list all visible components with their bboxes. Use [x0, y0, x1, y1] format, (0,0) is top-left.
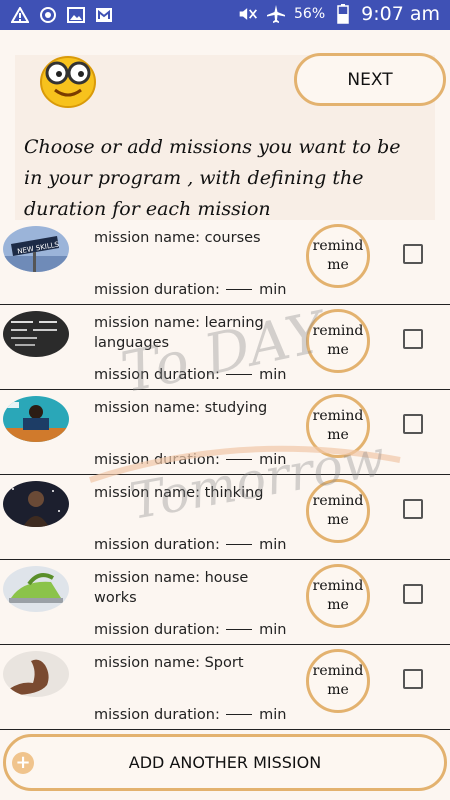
- battery-icon: [333, 4, 353, 24]
- duration-input[interactable]: [226, 544, 253, 545]
- mission-name: mission name: Sport: [94, 655, 244, 671]
- status-bar: 56% 9:07 am: [0, 0, 450, 30]
- duration-unit: min: [259, 452, 287, 468]
- duration-input[interactable]: [226, 714, 253, 715]
- mission-checkbox[interactable]: [403, 244, 423, 264]
- mission-row-studying: mission name: studying mission duration:…: [0, 390, 450, 475]
- mission-duration: mission duration: min: [94, 537, 286, 553]
- remind-me-button[interactable]: remind me: [306, 309, 370, 373]
- mission-name: mission name: thinking: [94, 485, 264, 501]
- new-skills-sign-icon: NEW SKILLS: [3, 226, 69, 272]
- mission-name: mission name: house works: [94, 570, 249, 606]
- mission-name: mission name: courses: [94, 230, 261, 246]
- duration-label: mission duration:: [94, 537, 220, 553]
- add-mission-button[interactable]: + ADD ANOTHER MISSION: [3, 734, 447, 791]
- image-icon: [66, 5, 86, 25]
- flexed-arm-icon: [3, 651, 69, 697]
- duration-label: mission duration:: [94, 622, 220, 638]
- instructions-text: Choose or add missions you want to be in…: [24, 136, 401, 220]
- duration-input[interactable]: [226, 459, 253, 460]
- mission-duration: mission duration: min: [94, 282, 286, 298]
- mission-name: mission name: learning languages: [94, 315, 264, 351]
- clock: 9:07 am: [361, 3, 440, 25]
- remind-me-button[interactable]: remind me: [306, 394, 370, 458]
- mission-checkbox[interactable]: [403, 499, 423, 519]
- mission-name: mission name: studying: [94, 400, 268, 416]
- mission-duration: mission duration: min: [94, 367, 286, 383]
- battery-percent: 56%: [294, 6, 326, 22]
- duration-unit: min: [259, 537, 287, 553]
- duration-unit: min: [259, 622, 287, 638]
- airplane-icon: [266, 4, 286, 24]
- mission-row-courses: NEW SKILLS mission name: courses mission…: [0, 220, 450, 305]
- mission-row-house-works: mission name: house works mission durati…: [0, 560, 450, 645]
- mute-icon: [238, 4, 258, 24]
- duration-label: mission duration:: [94, 452, 220, 468]
- next-button[interactable]: NEXT: [294, 53, 446, 106]
- duration-input[interactable]: [226, 374, 253, 375]
- duration-unit: min: [259, 707, 287, 723]
- warning-icon: [10, 5, 30, 25]
- student-desk-icon: [3, 396, 69, 442]
- duration-label: mission duration:: [94, 367, 220, 383]
- remind-me-button[interactable]: remind me: [306, 479, 370, 543]
- notification-icons: [10, 5, 114, 25]
- system-status: 56% 9:07 am: [238, 3, 440, 25]
- remind-me-button[interactable]: remind me: [306, 564, 370, 628]
- mission-duration: mission duration: min: [94, 707, 286, 723]
- mission-row-sport: mission name: Sport mission duration: mi…: [0, 645, 450, 730]
- remind-me-button[interactable]: remind me: [306, 224, 370, 288]
- night-sky-thinker-icon: [3, 481, 69, 527]
- mission-checkbox[interactable]: [403, 329, 423, 349]
- nerd-emoji-icon: [38, 52, 98, 108]
- add-mission-label: ADD ANOTHER MISSION: [128, 753, 322, 772]
- mission-row-thinking: mission name: thinking mission duration:…: [0, 475, 450, 560]
- duration-input[interactable]: [226, 629, 253, 630]
- mission-duration: mission duration: min: [94, 622, 286, 638]
- mission-checkbox[interactable]: [403, 414, 423, 434]
- iron-icon: [3, 566, 69, 612]
- duration-label: mission duration:: [94, 282, 220, 298]
- sync-icon: [38, 5, 58, 25]
- mission-checkbox[interactable]: [403, 669, 423, 689]
- remind-me-button[interactable]: remind me: [306, 649, 370, 713]
- duration-unit: min: [259, 367, 287, 383]
- duration-unit: min: [259, 282, 287, 298]
- gallery-icon: [94, 5, 114, 25]
- mission-row-learning-languages: mission name: learning languages mission…: [0, 305, 450, 390]
- mission-duration: mission duration: min: [94, 452, 286, 468]
- duration-input[interactable]: [226, 289, 253, 290]
- mission-checkbox[interactable]: [403, 584, 423, 604]
- chalkboard-icon: [3, 311, 69, 357]
- duration-label: mission duration:: [94, 707, 220, 723]
